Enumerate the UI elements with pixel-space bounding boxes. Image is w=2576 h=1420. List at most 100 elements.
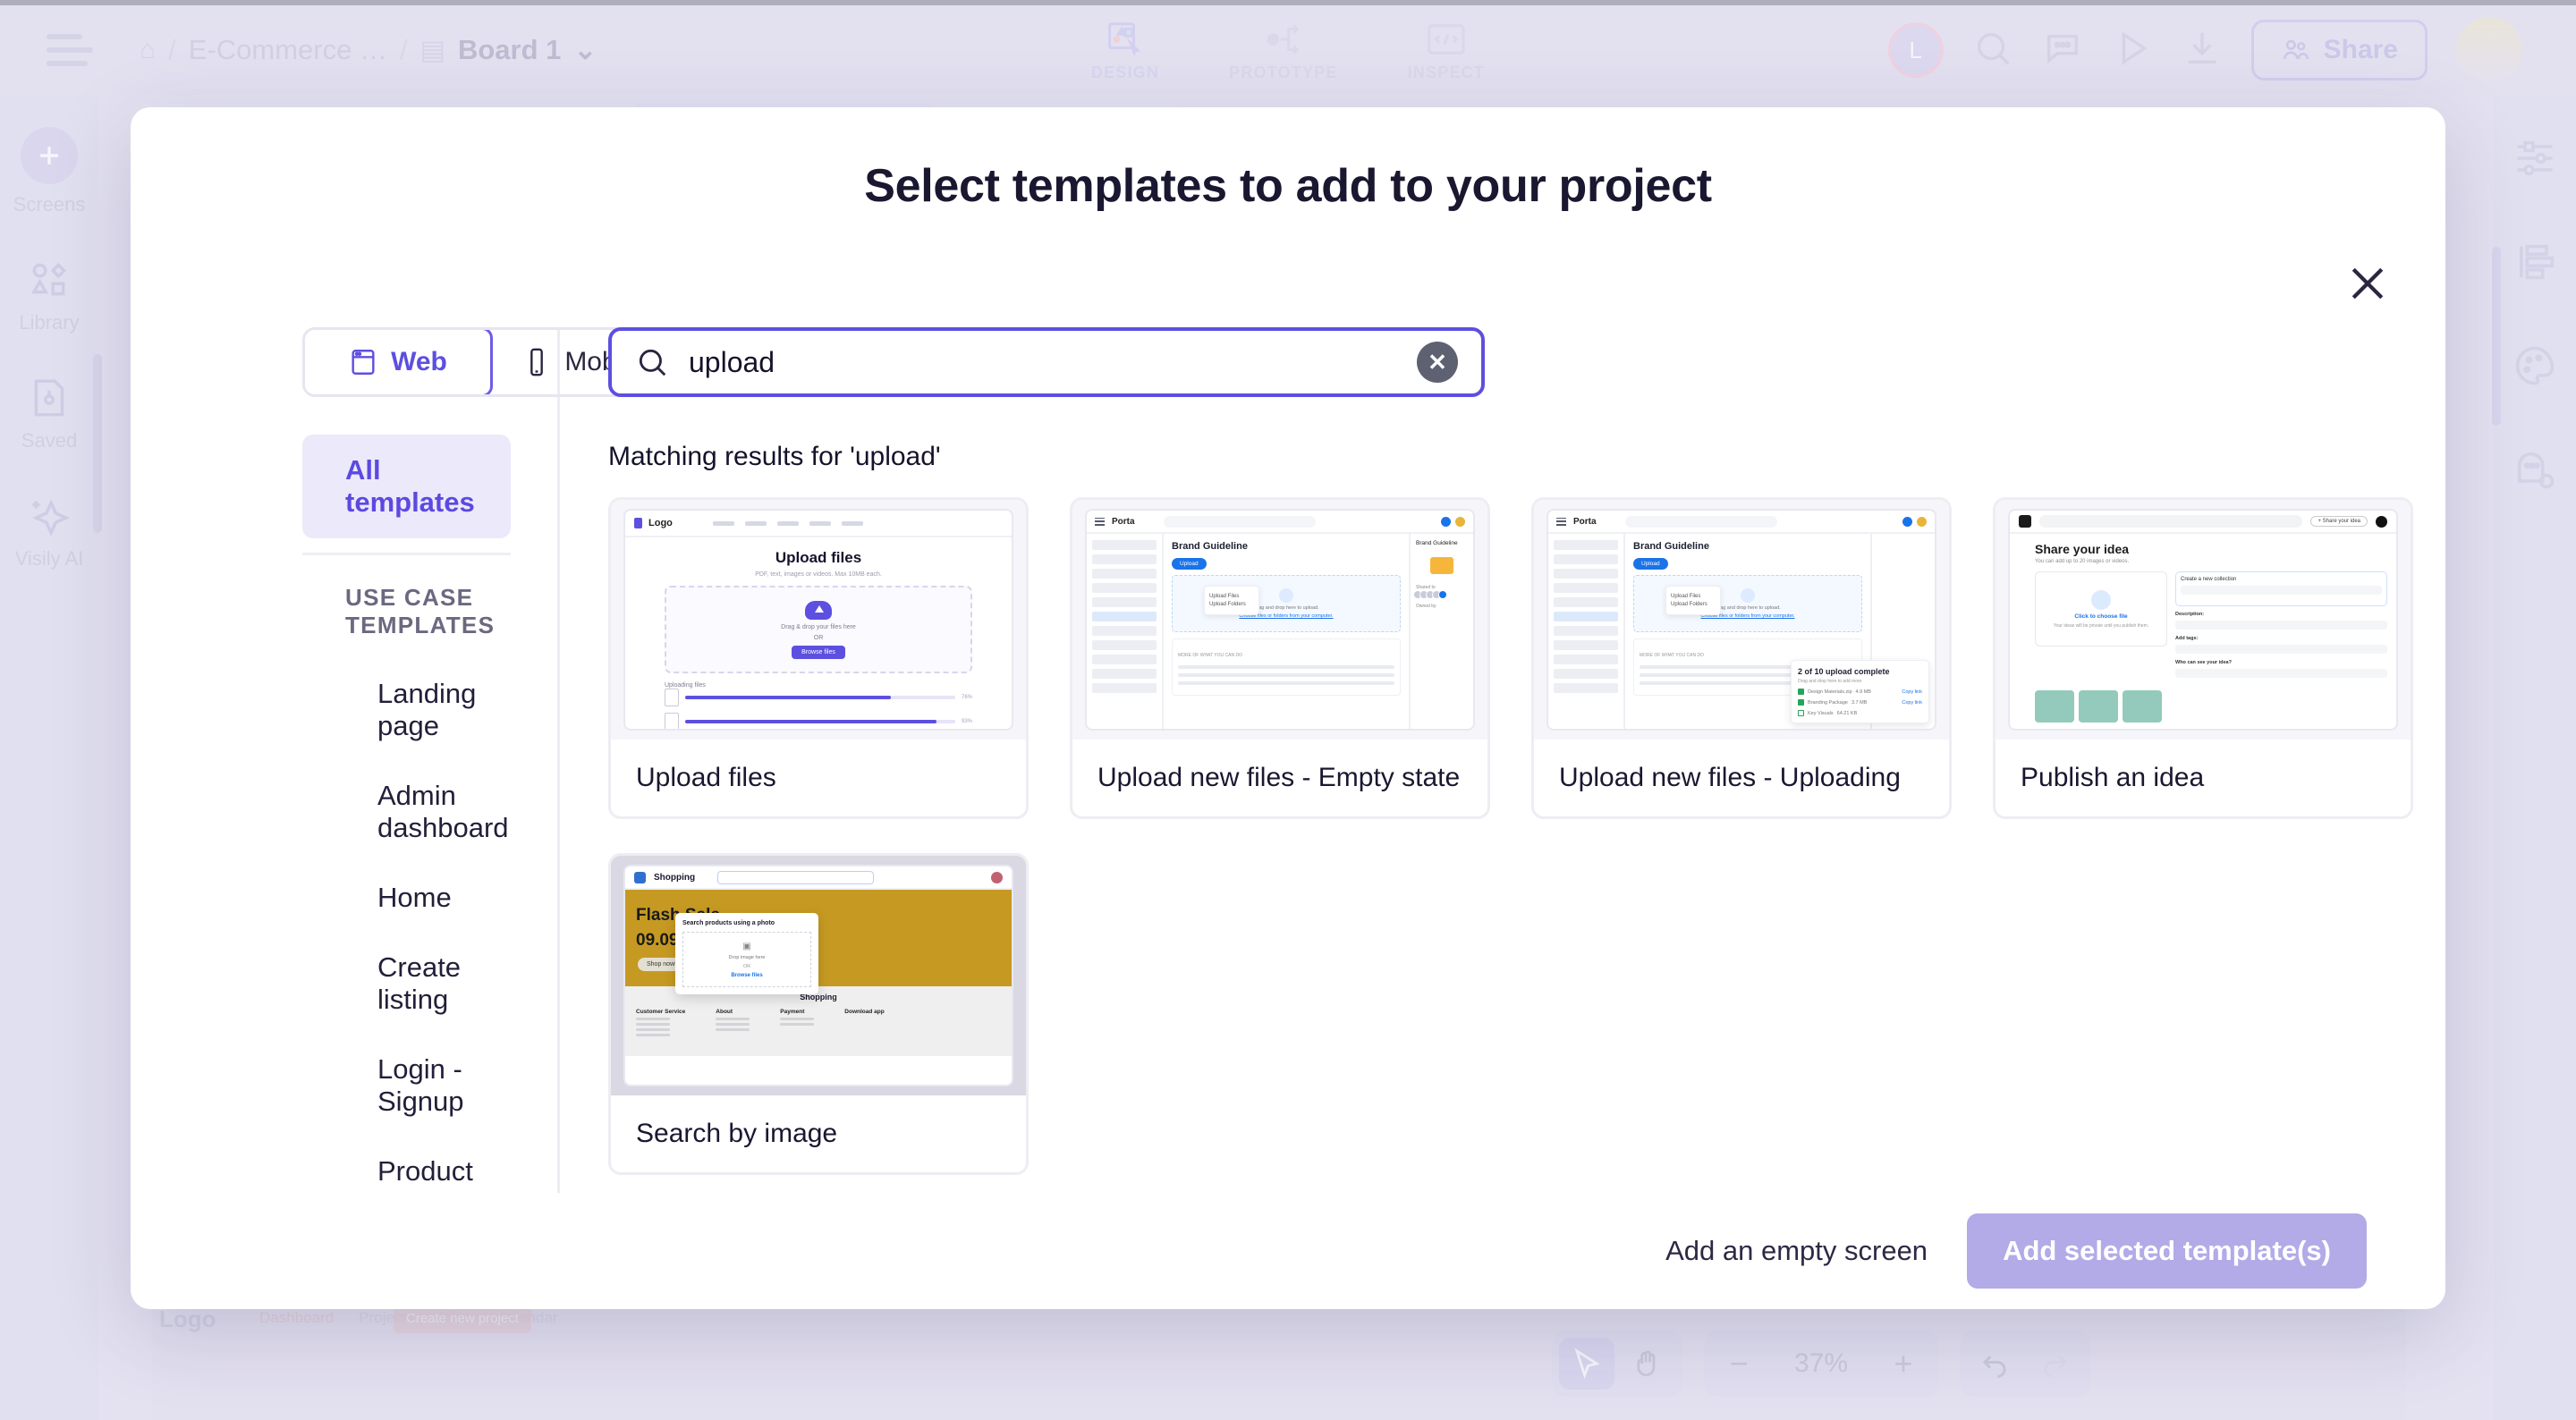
sidebar-item-home[interactable]: Home <box>302 863 511 933</box>
thumb-subtitle: You can add up to 20 images or videos. <box>2035 559 2130 564</box>
list-item: 93% <box>665 713 972 729</box>
image-search-popover: Search products using a photo ▣ Drop ima… <box>675 913 818 994</box>
template-card-label: Search by image <box>636 1119 838 1148</box>
thumb-crumb: Brand Guideline <box>1633 541 1709 552</box>
tab-web[interactable]: Web <box>305 330 493 394</box>
thumb-subtitle: PDF, text, images or videos. Max 10MB ea… <box>755 571 882 578</box>
thumb-brand: Porta <box>1573 516 1597 527</box>
thumb-browse-button: Browse files <box>792 645 845 659</box>
hero-date: 09.09 <box>636 931 679 950</box>
progress-bar <box>685 696 955 699</box>
browse-files-link: Browse files <box>731 972 763 978</box>
table-row: Key Visuals 64.21 KB <box>1798 710 1922 716</box>
brand-logo-icon <box>2019 515 2031 528</box>
menu-icon <box>1556 517 1566 526</box>
label-tags: Add tags: <box>2175 636 2199 641</box>
panel-title: Brand Guideline <box>1416 540 1458 546</box>
template-card-upload-uploading[interactable]: Porta Brand Guideline Upload Upload File… <box>1531 497 1952 819</box>
search-icon <box>639 349 666 376</box>
table-row: Branding Package 3.7 MB Copy link <box>1798 699 1922 706</box>
more-header: MORE OF WHAT YOU CAN DO <box>1640 653 1704 658</box>
search-input[interactable]: upload ✕ <box>608 327 1485 397</box>
app-root: ⌂ / E-Commerce … / ▤ Board 1 ⌄ DESIGN <box>0 0 2576 1420</box>
collection-name-field <box>2181 586 2382 595</box>
file-size: 64.21 KB <box>1836 710 1858 716</box>
results-heading: Matching results for 'upload' <box>608 442 941 471</box>
avatar <box>1455 516 1465 527</box>
template-card-publish-idea[interactable]: + Share your idea Share your idea You ca… <box>1993 497 2413 819</box>
thumb-details-panel: Brand Guideline Shared to Owned by <box>1409 534 1473 729</box>
template-card-label: Upload files <box>636 763 776 792</box>
folder-icon <box>1430 557 1453 574</box>
label-who: Who can see your idea? <box>2175 660 2232 665</box>
label-description: Description: <box>2175 612 2205 617</box>
thumb-upload-button: Upload <box>1172 558 1207 570</box>
radio-create-collection-label: Create a new collection <box>2181 577 2237 582</box>
thumb-search <box>1624 515 1777 528</box>
template-card-label: Upload new files - Empty state <box>1097 763 1461 792</box>
avatar <box>1917 516 1927 527</box>
thumb-actions <box>1441 516 1465 527</box>
tags-field <box>2175 645 2387 654</box>
thumb-or: OR <box>813 634 824 641</box>
thumb-title: Upload files <box>775 549 862 566</box>
template-grid: Logo Upload files PDF, text, images or v… <box>608 497 2413 1175</box>
thumb-brand: Shopping <box>654 872 696 883</box>
popover-title: Search products using a photo <box>682 920 775 926</box>
file-size: 4.9 MB <box>1855 689 1871 695</box>
copy-link-button: Copy link <box>1902 689 1922 695</box>
search-by-image-thumb: Shopping Flash Sale 09.09 Shop now! <box>611 856 1026 1095</box>
file-name: Branding Package <box>1808 699 1848 706</box>
menu-item-upload-files: Upload Files <box>1209 594 1240 599</box>
upload-arrow-icon <box>2091 589 2111 610</box>
upload-progress-toast: 2 of 10 upload complete Drag and drop he… <box>1791 660 1929 723</box>
sidebar-item-create-listing[interactable]: Create listing <box>302 933 511 1035</box>
thumb-search <box>1163 515 1316 528</box>
template-card-search-by-image[interactable]: Shopping Flash Sale 09.09 Shop now! <box>608 853 1029 1175</box>
thumb-title: Share your idea <box>2035 542 2130 556</box>
add-selected-templates-button[interactable]: Add selected template(s) <box>1967 1213 2367 1289</box>
image-dropzone: ▣ Drop image here OR Browse files <box>682 932 811 987</box>
sidebar-item-admin-dashboard[interactable]: Admin dashboard <box>302 761 511 863</box>
drop-text: Drag and drop here to upload. <box>1715 605 1781 611</box>
sidebar-group-use-case[interactable]: USE CASE TEMPLATES <box>302 564 511 659</box>
file-icon <box>665 689 679 706</box>
sidebar-item-all-templates[interactable]: All templates <box>302 435 511 538</box>
list-item: 76% <box>665 689 972 706</box>
visibility-field <box>2175 669 2387 678</box>
cloud-upload-icon <box>1279 588 1293 603</box>
sidebar-item-landing-page[interactable]: Landing page <box>302 659 511 761</box>
add-empty-screen-button[interactable]: Add an empty screen <box>1665 1235 1928 1267</box>
sidebar-item-login-signup[interactable]: Login - Signup <box>302 1035 511 1137</box>
sidebar-group-label: USE CASE TEMPLATES <box>345 584 496 638</box>
template-card-label: Publish an idea <box>2021 763 2205 792</box>
file-name: Key Visuals <box>1808 710 1834 716</box>
thumb-upload-menu: Upload Files Upload Folders <box>1204 586 1259 615</box>
menu-item-upload-folders: Upload Folders <box>1671 602 1707 607</box>
clear-icon[interactable]: ✕ <box>1417 342 1458 383</box>
close-button[interactable] <box>2343 259 2392 308</box>
thumb-logo-icon <box>634 518 642 528</box>
modal-body: Web Mobile All templates USE CASE TEMPLA… <box>131 327 2445 1193</box>
status-badge <box>1798 699 1804 706</box>
modal-sidebar: Web Mobile All templates USE CASE TEMPLA… <box>131 327 678 1193</box>
share-idea-button: + Share your idea <box>2310 516 2368 527</box>
menu-item-upload-files: Upload Files <box>1671 594 1701 599</box>
thumb-nav <box>712 520 863 526</box>
thumb-logo-text: Logo <box>648 518 673 528</box>
mobile-icon <box>530 348 544 376</box>
template-card-upload-files[interactable]: Logo Upload files PDF, text, images or v… <box>608 497 1029 819</box>
thumb-more-card: MORE OF WHAT YOU CAN DO <box>1172 638 1401 696</box>
drop-or: OR <box>742 963 751 969</box>
sidebar-scroll-area[interactable]: All templates USE CASE TEMPLATES Landing… <box>302 435 511 1193</box>
template-card-upload-empty[interactable]: Porta Brand Guideline Upload Upload File… <box>1070 497 1490 819</box>
sidebar-item-product-listing[interactable]: Product listing <box>302 1137 511 1193</box>
footer-col-title: Payment <box>780 1009 805 1015</box>
shopping-bag-icon <box>634 871 646 883</box>
cloud-upload-icon <box>805 600 832 620</box>
modal-main: upload ✕ Matching results for 'upload' L… <box>560 327 2467 1193</box>
thumb-footer: Shopping Customer Service About Payment … <box>625 986 1012 1056</box>
avatar <box>991 871 1003 883</box>
thumb-upload-button: Upload <box>1633 558 1668 570</box>
file-name: Design Materials.zip <box>1808 689 1852 695</box>
